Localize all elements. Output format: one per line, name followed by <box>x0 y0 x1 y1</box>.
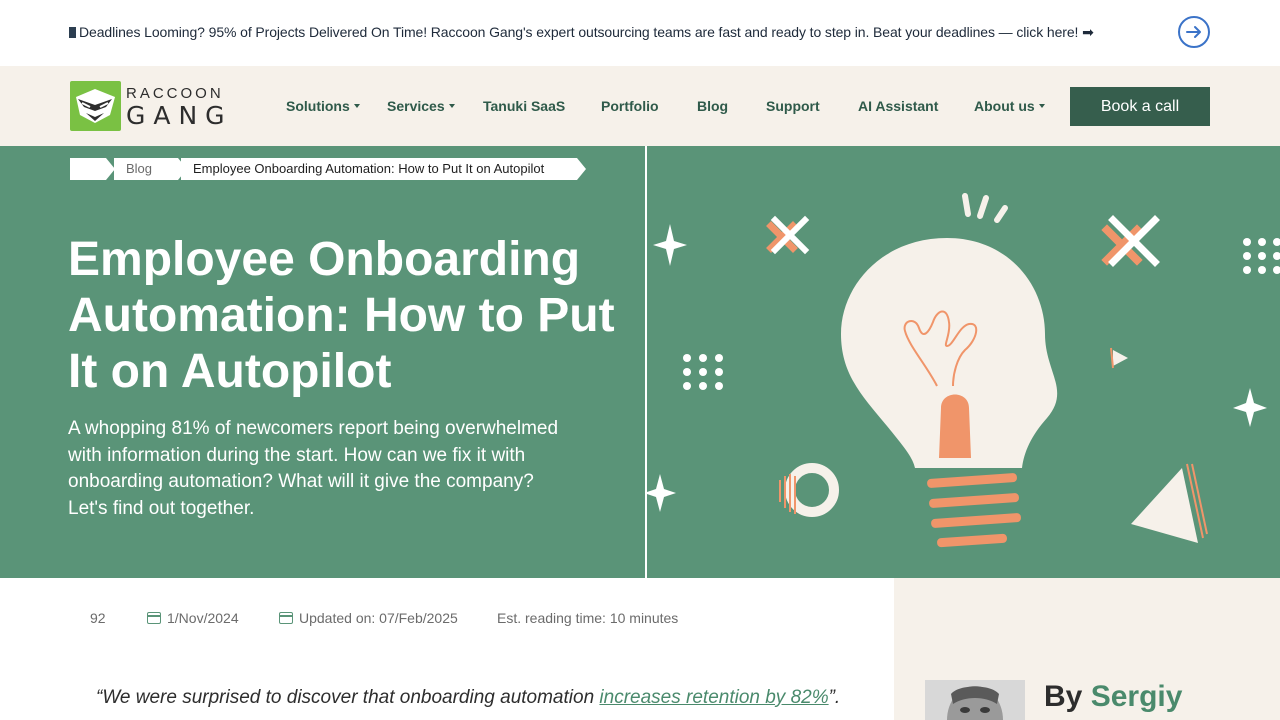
book-a-call-button[interactable]: Book a call <box>1070 87 1210 126</box>
author-byline: By Sergiy <box>1044 680 1182 714</box>
nav-label: AI Assistant <box>858 98 939 114</box>
breadcrumb-blog[interactable]: Blog <box>114 158 178 180</box>
chevron-down-icon <box>448 104 455 108</box>
announcement-link[interactable]: Deadlines Looming? 95% of Projects Deliv… <box>69 24 1094 41</box>
nav-label: Tanuki SaaS <box>483 98 566 114</box>
chevron-down-icon <box>1038 104 1045 108</box>
author-avatar[interactable] <box>925 680 1025 720</box>
nav-item-support[interactable]: Support <box>766 98 820 114</box>
raccoon-logo-icon <box>70 81 121 131</box>
reading-time: Est. reading time: 10 minutes <box>497 610 679 626</box>
calendar-icon <box>279 612 293 624</box>
published-date-text: 1/Nov/2024 <box>167 610 239 626</box>
nav-label: Solutions <box>286 98 350 114</box>
article-quote: “We were surprised to discover that onbo… <box>96 687 840 709</box>
announcement-bar[interactable]: Deadlines Looming? 95% of Projects Deliv… <box>0 0 1280 66</box>
nav-item-portfolio[interactable]: Portfolio <box>601 98 659 114</box>
page-title: Employee Onboarding Automation: How to P… <box>68 233 615 398</box>
author-name[interactable]: Sergiy <box>1091 680 1183 713</box>
quote-text-after: ”. <box>828 687 841 708</box>
nav-item-tanuki-saas[interactable]: Tanuki SaaS <box>483 98 565 114</box>
hero-description: A whopping 81% of newcomers report being… <box>68 418 559 519</box>
nav-item-solutions[interactable]: Solutions <box>286 98 360 114</box>
article-meta: 92 1/Nov/2024 Updated on: 07/Feb/2025 Es… <box>0 578 894 720</box>
main-navigation: RACCOON GANG Solutions Services Tanuki S… <box>0 66 1280 146</box>
nav-label: Services <box>387 98 445 114</box>
views-count: 92 <box>90 610 106 626</box>
nav-label: Portfolio <box>601 98 659 114</box>
logo-text-top: RACCOON <box>126 85 224 102</box>
chevron-down-icon <box>353 104 360 108</box>
quote-text-before: “We were surprised to discover that onbo… <box>96 687 600 708</box>
nav-label: About us <box>974 98 1035 114</box>
flag-icon <box>69 27 76 38</box>
nav-item-about-us[interactable]: About us <box>974 98 1045 114</box>
announcement-text[interactable]: Deadlines Looming? 95% of Projects Deliv… <box>79 24 1094 40</box>
raccoon-gang-logo[interactable]: RACCOON GANG <box>70 81 240 131</box>
author-sidebar: By Sergiy <box>894 578 1280 720</box>
calendar-icon <box>147 612 161 624</box>
author-by-label: By <box>1044 680 1083 713</box>
nav-item-services[interactable]: Services <box>387 98 455 114</box>
logo-text-bottom: GANG <box>126 101 233 130</box>
hero-section: Blog Employee Onboarding Automation: How… <box>0 146 1280 578</box>
updated-date-text: Updated on: 07/Feb/2025 <box>299 610 458 626</box>
breadcrumb-separator <box>577 158 586 180</box>
nav-label: Blog <box>697 98 729 114</box>
nav-item-ai-assistant[interactable]: AI Assistant <box>858 98 938 114</box>
published-date: 1/Nov/2024 <box>147 610 239 626</box>
arrow-right-circle-icon[interactable] <box>1178 16 1210 48</box>
nav-item-blog[interactable]: Blog <box>697 98 728 114</box>
breadcrumb-current: Employee Onboarding Automation: How to P… <box>181 158 577 180</box>
retention-stat-link[interactable]: increases retention by 82% <box>599 687 828 708</box>
nav-label: Support <box>766 98 820 114</box>
lightbulb-illustration <box>647 146 1280 578</box>
breadcrumb-home[interactable] <box>70 158 106 180</box>
updated-date: Updated on: 07/Feb/2025 <box>279 610 458 626</box>
